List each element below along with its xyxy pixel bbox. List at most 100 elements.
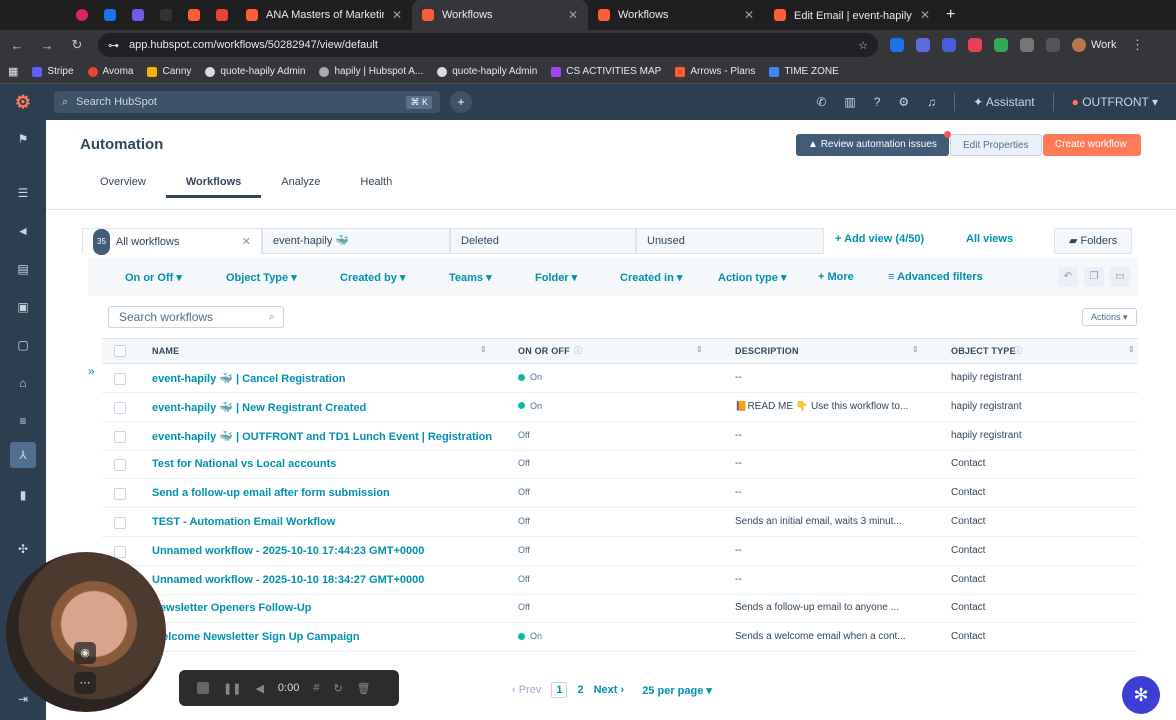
filter-action-type[interactable]: Action type ▾	[718, 271, 786, 284]
edit-properties-button[interactable]: Edit Properties	[950, 134, 1042, 156]
view-tab-deleted[interactable]: Deleted	[450, 228, 636, 254]
expand-sidebar-icon[interactable]: »	[88, 364, 95, 378]
close-icon[interactable]: ✕	[744, 8, 754, 22]
pinned-tab[interactable]	[180, 0, 208, 30]
workflow-name-link[interactable]: event-hapily 🐳 | New Registrant Created	[152, 401, 366, 414]
bookmark-star-icon[interactable]: ☆	[858, 39, 868, 52]
create-plus-button[interactable]: +	[450, 91, 472, 113]
table-row[interactable]: event-hapily 🐳 | Cancel Registration On --…	[102, 364, 1138, 393]
table-row[interactable]: Test for National vs Local accounts Off --…	[102, 450, 1138, 480]
back-icon[interactable]: ←	[8, 38, 26, 53]
browser-tab-active[interactable]: Workflows ✕	[412, 0, 588, 30]
tab-overview[interactable]: Overview	[80, 172, 166, 198]
draw-icon[interactable]: #	[313, 682, 319, 694]
bookmark[interactable]: hapily | Hubspot A...	[319, 66, 423, 77]
browser-tab[interactable]: Workflows ✕	[588, 0, 764, 30]
workflow-name-link[interactable]: Unnamed workflow - 2025-10-10 18:34:27 G…	[152, 574, 424, 586]
marketing-icon[interactable]: ◄	[14, 222, 32, 240]
marketplace-icon[interactable]: ▥	[844, 95, 855, 109]
column-header-description[interactable]: DESCRIPTION	[735, 346, 799, 356]
automation-icon[interactable]: ⅄	[10, 442, 36, 468]
review-automation-issues-button[interactable]: ▲ Review automation issues	[796, 131, 951, 156]
workflow-name-link[interactable]: TEST - Automation Email Workflow	[152, 516, 335, 528]
column-header-on-or-off[interactable]: ON OR OFF	[518, 346, 570, 356]
row-checkbox[interactable]	[114, 545, 126, 558]
table-row[interactable]: Newsletter Openers Follow-Up Off Sends a f…	[102, 594, 1138, 624]
assistant-button[interactable]: ✦ Assistant	[973, 95, 1034, 109]
bookmark[interactable]: quote-hapily Admin	[437, 66, 537, 77]
bookmark[interactable]: Arrows - Plans	[675, 66, 755, 77]
service-icon[interactable]: ⌂	[14, 374, 32, 392]
extension-icon[interactable]	[968, 38, 982, 52]
reporting-icon[interactable]: ▮	[14, 486, 32, 504]
close-icon[interactable]: ✕	[920, 8, 930, 22]
workflow-name-link[interactable]: event-hapily 🐳 | OUTFRONT and TD1 Lunch …	[152, 430, 492, 443]
bookmark[interactable]: Stripe	[32, 66, 74, 77]
pinned-tab[interactable]	[152, 0, 180, 30]
hubspot-logo-icon[interactable]: ⚙	[0, 92, 46, 113]
filter-object-type[interactable]: Object Type ▾	[226, 271, 297, 284]
extensions-puzzle-icon[interactable]	[1020, 38, 1034, 52]
browser-tab[interactable]: ANA Masters of Marketing ✕	[236, 0, 412, 30]
all-views-link[interactable]: All views	[966, 233, 1013, 245]
workflow-name-link[interactable]: Welcome Newsletter Sign Up Campaign	[152, 631, 360, 643]
sort-icon[interactable]: ⇕	[480, 345, 487, 354]
sidepanel-icon[interactable]	[1046, 38, 1060, 52]
workflow-name-link[interactable]: event-hapily 🐳 | Cancel Registration	[152, 372, 345, 385]
new-tab-button[interactable]: +	[946, 6, 955, 24]
page-1-button[interactable]: 1	[551, 682, 568, 698]
extension-icon[interactable]	[942, 38, 956, 52]
folders-button[interactable]: ▰ Folders	[1054, 228, 1133, 254]
row-checkbox[interactable]	[114, 373, 126, 385]
settings-gear-icon[interactable]: ⚙	[898, 95, 909, 109]
filter-created-by[interactable]: Created by ▾	[340, 271, 405, 284]
sort-icon[interactable]: ⇕	[1128, 345, 1135, 354]
close-icon[interactable]: ✕	[242, 230, 251, 254]
url-bar[interactable]: ⊶ app.hubspot.com/workflows/50282947/vie…	[98, 33, 878, 57]
undo-icon[interactable]: ↶	[1058, 267, 1078, 287]
table-row[interactable]: Unnamed workflow - 2025-10-10 17:44:23 G…	[102, 537, 1138, 566]
tab-health[interactable]: Health	[340, 172, 412, 198]
trash-icon[interactable]: 🗑	[357, 682, 371, 695]
workflow-name-link[interactable]: Send a follow-up email after form submis…	[152, 487, 390, 499]
bookmark[interactable]: TIME ZONE	[769, 66, 839, 77]
row-checkbox[interactable]	[114, 459, 126, 472]
bookmark[interactable]: CS ACTIVITIES MAP	[551, 66, 661, 77]
column-header-name[interactable]: NAME	[152, 346, 179, 356]
page-2-button[interactable]: 2	[577, 684, 583, 696]
reload-icon[interactable]: ↻	[68, 37, 86, 53]
workflow-name-link[interactable]: Unnamed workflow - 2025-10-10 17:44:23 G…	[152, 545, 424, 557]
add-view-button[interactable]: + Add view (4/50)	[835, 233, 924, 245]
pinned-tab[interactable]	[96, 0, 124, 30]
camera-icon[interactable]: ◉	[74, 642, 96, 664]
pinned-tab[interactable]	[68, 0, 96, 30]
row-checkbox[interactable]	[114, 488, 126, 501]
table-row[interactable]: event-hapily 🐳 | New Registrant Created O…	[102, 393, 1138, 422]
table-row[interactable]: Unnamed workflow - 2025-10-10 18:34:27 G…	[102, 566, 1138, 595]
site-info-icon[interactable]: ⊶	[108, 39, 119, 52]
copy-icon[interactable]: ❐	[1084, 267, 1104, 287]
close-icon[interactable]: ✕	[568, 8, 578, 22]
filter-created-in[interactable]: Created in ▾	[620, 271, 682, 284]
browser-tab[interactable]: Edit Email | event-hapily 🐳 | ✕	[764, 0, 940, 30]
content-icon[interactable]: ▤	[14, 260, 32, 278]
per-page-dropdown[interactable]: 25 per page ▾	[642, 684, 712, 697]
extension-icon[interactable]	[916, 38, 930, 52]
view-tab-event-hapily[interactable]: event-hapily 🐳	[262, 228, 450, 254]
workflow-name-link[interactable]: Newsletter Openers Follow-Up	[152, 602, 312, 614]
tab-workflows[interactable]: Workflows	[165, 172, 262, 198]
sort-icon[interactable]: ⇕	[696, 345, 703, 354]
select-all-checkbox[interactable]	[114, 345, 126, 357]
pinned-tab[interactable]	[124, 0, 152, 30]
mute-icon[interactable]: ◀	[255, 682, 263, 695]
view-tab-unused[interactable]: Unused	[636, 228, 824, 254]
more-menu-icon[interactable]: ⋮	[1128, 37, 1146, 53]
table-row[interactable]: event-hapily 🐳 | OUTFRONT and TD1 Lunch …	[102, 422, 1138, 451]
sales-icon[interactable]: ▣	[14, 298, 32, 316]
create-workflow-button[interactable]: Create workflow ▾	[1043, 134, 1141, 172]
advanced-filters-button[interactable]: ≡ Advanced filters	[888, 271, 983, 283]
account-menu[interactable]: ● OUTFRONT ▾	[1072, 95, 1158, 109]
search-workflows-input[interactable]: Search workflows ⌕	[108, 306, 284, 328]
filter-folder[interactable]: Folder ▾	[535, 271, 577, 284]
column-header-object-type[interactable]: OBJECT TYPE	[951, 346, 1016, 356]
